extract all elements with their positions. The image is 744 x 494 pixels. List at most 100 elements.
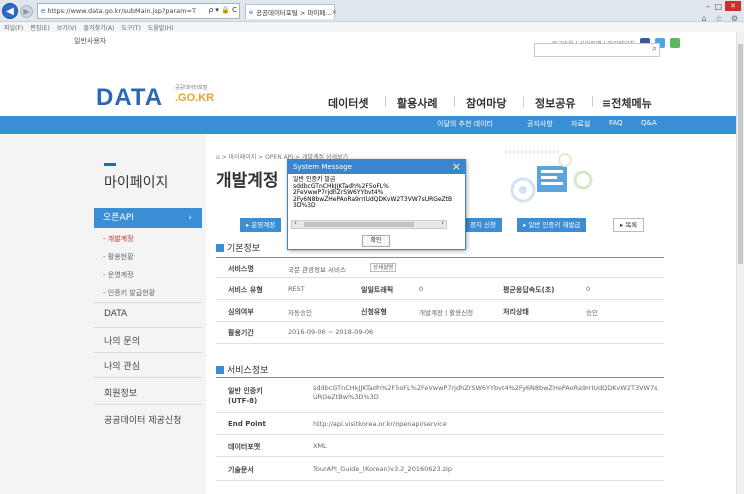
- th-endpoint: End Point: [228, 420, 266, 428]
- scroll-thumb[interactable]: [304, 222, 414, 227]
- menu-help[interactable]: 도움말(H): [148, 23, 174, 32]
- gnb-divider: [454, 96, 455, 107]
- sub-menu-archive[interactable]: 자료실: [571, 119, 590, 129]
- page-scroll-thumb[interactable]: [738, 44, 743, 264]
- scroll-left-icon[interactable]: ‹: [294, 219, 297, 227]
- page-vscrollbar[interactable]: [736, 32, 744, 494]
- th-tech-doc: 기술문서: [228, 466, 254, 474]
- sidebar-item-openapi[interactable]: 오픈API ›: [94, 208, 202, 228]
- gnb-all-menu[interactable]: ≡전체메뉴: [602, 95, 652, 111]
- minimize-button[interactable]: –: [706, 2, 710, 11]
- section-bullet-icon: [216, 244, 224, 252]
- td-approval: 자동승인: [288, 309, 312, 317]
- td-period: 2016-09-06 ~ 2018-09-06: [288, 328, 374, 336]
- sidebar-sub-usage[interactable]: - 활용현황: [103, 252, 134, 262]
- reissue-key-button[interactable]: ▸ 일반 인증키 재발급: [517, 218, 587, 232]
- ie-favicon-icon: e: [41, 7, 46, 15]
- sidebar-divider: [94, 404, 202, 405]
- detail-button[interactable]: 상세설명: [370, 263, 397, 272]
- gnb-cases[interactable]: 활용사례: [397, 95, 437, 111]
- table-row: 기술문서 TourAPI_Guide_(Korean)v3.2_20160623…: [216, 457, 664, 481]
- sidebar-divider: [94, 377, 202, 378]
- th-avg-speed: 평균응답속도(초): [503, 286, 555, 294]
- gnb-dataset[interactable]: 데이터셋: [328, 95, 368, 111]
- ok-button[interactable]: 확인: [362, 235, 390, 247]
- close-icon[interactable]: ×: [452, 160, 461, 174]
- gnb-community[interactable]: 참여마당: [466, 95, 506, 111]
- td-status: 승인: [586, 309, 598, 317]
- gnb-info-share[interactable]: 정보공유: [535, 95, 575, 111]
- list-button[interactable]: ▸ 목록: [613, 218, 645, 232]
- sidebar-divider: [94, 352, 202, 353]
- browser-toolbar: ◀ ▶ e https://www.data.go.kr/subMain.jsp…: [0, 0, 744, 23]
- dialog-hscrollbar[interactable]: ‹ ›: [291, 219, 447, 229]
- sub-menu-recommended[interactable]: 이달의 추천 데이터: [437, 119, 493, 129]
- th-period: 활용기간: [228, 329, 254, 337]
- dialog-titlebar: System Message: [288, 160, 465, 174]
- menu-file[interactable]: 파일(F): [4, 23, 23, 32]
- sidebar-item-provide-request[interactable]: 공공데이터 제공신청: [104, 413, 181, 426]
- dialog-message: 일반 인증키 발급 sddbcGTnCHkJJKTadh%2F5oFL% 2Fe…: [293, 176, 453, 209]
- sidebar-item-inquiry[interactable]: 나의 문의: [104, 334, 140, 347]
- sidebar-item-interest[interactable]: 나의 관심: [104, 359, 140, 372]
- tab-close-icon[interactable]: ×: [332, 8, 337, 16]
- tab-favicon-icon: e: [249, 8, 253, 16]
- address-bar-icons[interactable]: ρ ▾ 🔒 C: [209, 6, 237, 14]
- service-info-label: 서비스정보: [227, 366, 269, 376]
- menu-favorites[interactable]: 즐겨찾기(A): [84, 23, 115, 32]
- close-window-button[interactable]: ✕: [725, 1, 741, 11]
- site-logo[interactable]: DATA: [96, 84, 163, 112]
- sidebar-divider: [94, 327, 202, 328]
- td-traffic: 0: [419, 285, 424, 293]
- service-info-title: 서비스정보: [216, 363, 268, 376]
- sidebar-item-member-info[interactable]: 회원정보: [104, 386, 137, 399]
- sub-menu-qna[interactable]: Q&A: [641, 119, 657, 127]
- sidebar-item-label: 오픈API: [103, 213, 134, 223]
- sidebar-divider: [94, 302, 202, 303]
- sub-menu-notice[interactable]: 공지사항: [527, 119, 553, 129]
- td-service-type: REST: [288, 285, 305, 293]
- suspend-request-button[interactable]: 정지 신청: [464, 218, 502, 232]
- section-bullet-icon: [216, 366, 224, 374]
- gnb-divider: [385, 96, 386, 107]
- logo-subtitle: 공공데이터포털: [175, 85, 208, 91]
- table-row: 데이터포맷 XML: [216, 435, 664, 457]
- browser-tab[interactable]: e 공공데이터포털 > 마이페... ×: [245, 4, 337, 19]
- gnb-divider: [523, 96, 524, 107]
- maximize-button[interactable]: □: [714, 2, 722, 11]
- sidebar-sub-dev-account[interactable]: - 개발계정: [103, 234, 134, 244]
- hero-illustration-icon: [505, 151, 593, 203]
- tech-doc-link[interactable]: TourAPI_Guide_(Korean)v3.2_20160623.zip: [313, 465, 452, 473]
- menu-view[interactable]: 보기(V): [57, 23, 77, 32]
- sub-menu-bar: [0, 116, 736, 134]
- site-search-input[interactable]: ⌕: [534, 43, 660, 57]
- forward-button[interactable]: ▶: [20, 5, 33, 18]
- table-row: 서비스 유형 REST 일일트래픽 0 평균응답속도(초) 0: [216, 278, 664, 300]
- search-icon[interactable]: ⌕: [652, 44, 657, 54]
- menu-tools[interactable]: 도구(T): [121, 23, 140, 32]
- sidebar-sub-ops-account[interactable]: - 운영계정: [103, 270, 134, 280]
- blog-icon[interactable]: [670, 38, 680, 48]
- sub-menu-faq[interactable]: FAQ: [609, 119, 623, 127]
- td-endpoint: http://api.visitkorea.or.kr/openapi/serv…: [313, 420, 447, 428]
- back-button[interactable]: ◀: [2, 3, 18, 19]
- td-data-format: XML: [313, 442, 327, 450]
- address-bar[interactable]: e https://www.data.go.kr/subMain.jsp?par…: [37, 3, 240, 19]
- sidebar-item-data[interactable]: DATA: [104, 309, 127, 319]
- td-avg-speed: 0: [586, 285, 591, 293]
- table-row: End Point http://api.visitkorea.or.kr/op…: [216, 413, 664, 435]
- menu-edit[interactable]: 편집(E): [30, 23, 50, 32]
- td-api-key: sddbcGTnCHkJJKTadh%2F5oFL%2FeVwwP7rjdhZr…: [313, 384, 658, 401]
- system-message-dialog: System Message × 일반 인증키 발급 sddbcGTnCHkJJ…: [287, 159, 466, 250]
- page-title: 개발계정: [216, 171, 279, 191]
- scroll-right-icon[interactable]: ›: [441, 219, 444, 227]
- table-row: 일반 인증키 (UTF-8) sddbcGTnCHkJJKTadh%2F5oFL…: [216, 378, 664, 413]
- table-row: 서비스명 국문 관광정보 서비스 상세설명: [216, 258, 664, 278]
- gnb-divider: [592, 96, 593, 107]
- user-type-label: 일반사용자: [74, 37, 107, 45]
- ops-account-button[interactable]: ▸ 운영계정: [240, 218, 282, 232]
- th-traffic: 일일트래픽: [361, 286, 394, 294]
- chevron-right-icon: ›: [188, 213, 192, 223]
- sidebar-sub-key-status[interactable]: - 인증키 발급현황: [103, 288, 155, 298]
- th-approval: 심의여부: [228, 308, 254, 316]
